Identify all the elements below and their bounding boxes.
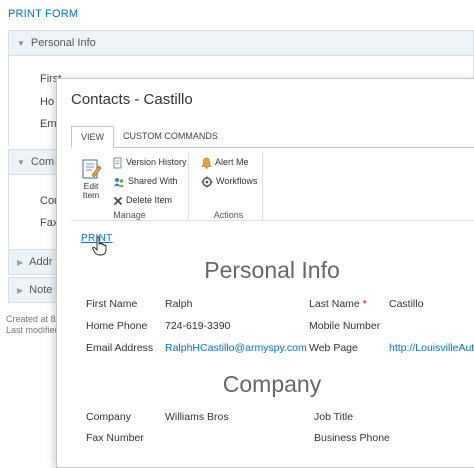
edit-item-icon: [82, 159, 102, 179]
contact-dialog: Contacts - Castillo VIEW CUSTOM COMMANDS …: [56, 78, 474, 468]
delete-item-button[interactable]: Delete Item: [113, 192, 172, 208]
edit-item-label: Edit Item: [82, 181, 100, 200]
version-history-button[interactable]: Version History: [113, 154, 187, 170]
home-phone-label: Home Phone: [86, 320, 148, 332]
section-label: Com: [30, 156, 55, 168]
section-label: Personal Info: [30, 37, 96, 49]
section-label: Note: [29, 284, 53, 296]
last-name-label: Last Name *: [309, 298, 367, 310]
workflows-icon: [201, 176, 213, 188]
company-label: Company: [86, 411, 131, 423]
fax-number-label: Fax Number: [86, 432, 144, 444]
email-address-label: Email Address: [86, 342, 154, 354]
dialog-title: Contacts - Castillo: [71, 91, 193, 108]
expand-triangle-icon: ▼: [17, 39, 25, 48]
delete-x-icon: [113, 196, 123, 205]
delete-item-label: Delete Item: [126, 195, 173, 205]
bell-icon: [201, 157, 212, 169]
collapsed-triangle-icon: ▶: [17, 286, 24, 295]
home-phone-value: 724-619-3390: [165, 320, 231, 332]
web-page-label: Web Page: [309, 342, 358, 354]
web-page-link[interactable]: http://LouisvilleAut: [389, 342, 474, 354]
section-personal-info[interactable]: ▼ Personal Info: [8, 30, 474, 56]
personal-info-heading: Personal Info: [204, 257, 340, 283]
shared-with-icon: [114, 177, 124, 187]
version-history-icon: [113, 157, 122, 169]
shared-with-label: Shared With: [128, 176, 178, 186]
company-heading: Company: [222, 371, 322, 397]
manage-group-label: Manage: [113, 210, 146, 220]
tab-custom-commands[interactable]: CUSTOM COMMANDS: [114, 126, 227, 148]
first-name-label: First Name: [86, 298, 138, 310]
mobile-number-label: Mobile Number: [309, 320, 381, 332]
edit-item-button[interactable]: Edit Item: [77, 158, 105, 200]
job-title-label: Job Title: [314, 411, 354, 423]
version-history-label: Version History: [126, 157, 187, 167]
workflows-button[interactable]: Workflows: [201, 173, 257, 189]
ribbon-group-actions: Alert Me Workflows Actions: [195, 152, 263, 220]
alert-me-button[interactable]: Alert Me: [201, 154, 249, 170]
collapsed-triangle-icon: ▶: [17, 258, 24, 267]
shared-with-button[interactable]: Shared With: [113, 173, 178, 189]
workflows-label: Workflows: [216, 176, 258, 186]
bg-email-label: Em: [40, 118, 57, 130]
email-link[interactable]: RalphHCastillo@armyspy.com: [165, 342, 307, 354]
alert-me-label: Alert Me: [215, 157, 249, 167]
first-name-value: Ralph: [165, 298, 193, 310]
hand-cursor-icon: [92, 236, 107, 256]
ribbon-group-manage: Edit Item Version History Shared With De…: [71, 152, 189, 220]
last-modified-text: Last modified: [6, 325, 60, 335]
ribbon: Edit Item Version History Shared With De…: [71, 147, 474, 221]
company-value: Williams Bros: [165, 411, 229, 423]
expand-triangle-icon: ▼: [17, 158, 25, 167]
bg-home-label: Ho: [40, 96, 55, 108]
required-marker: *: [362, 298, 367, 310]
tab-view[interactable]: VIEW: [71, 126, 115, 148]
print-form-link[interactable]: PRINT FORM: [8, 8, 78, 20]
created-at-text: Created at 8/: [6, 314, 59, 324]
business-phone-label: Business Phone: [314, 432, 390, 444]
last-name-label-text: Last Name: [309, 298, 360, 310]
last-name-value: Castillo: [389, 298, 424, 310]
actions-group-label: Actions: [213, 210, 244, 220]
ribbon-tabs: VIEW CUSTOM COMMANDS: [71, 126, 227, 148]
section-label: Addr: [29, 256, 53, 268]
